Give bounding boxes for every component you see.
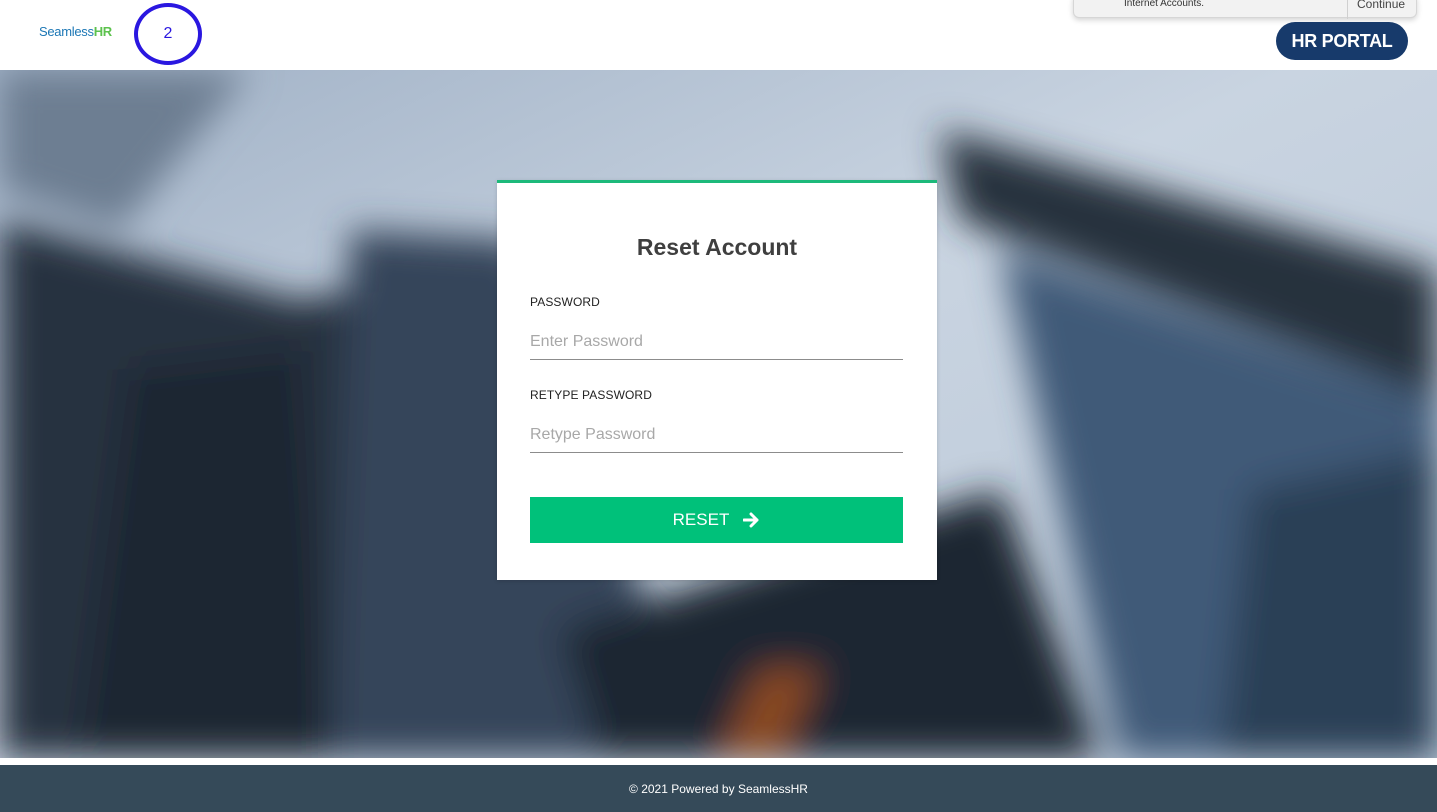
- footer-copyright: © 2021 Powered by SeamlessHR: [629, 782, 808, 796]
- retype-password-field[interactable]: [530, 417, 903, 453]
- system-notification-popup: Internet Accounts. Continue: [1073, 0, 1417, 19]
- page-footer: © 2021 Powered by SeamlessHR: [0, 765, 1437, 812]
- password-label: PASSWORD: [530, 295, 600, 309]
- hero-background: Reset Account PASSWORD RETYPE PASSWORD R…: [0, 70, 1437, 758]
- step-annotation-circle: 2: [134, 3, 202, 65]
- logo-text-seamless: Seamless: [39, 24, 94, 39]
- logo-text-hr: HR: [93, 24, 112, 39]
- seamlesshr-logo[interactable]: SeamlessHR: [39, 24, 112, 39]
- hr-portal-button[interactable]: HR PORTAL: [1276, 22, 1408, 60]
- reset-button[interactable]: RESET: [530, 497, 903, 543]
- reset-account-card: Reset Account PASSWORD RETYPE PASSWORD R…: [497, 180, 937, 580]
- arrow-right-icon: [743, 512, 760, 528]
- top-header: SeamlessHR 2 Internet Accounts. Continue…: [0, 0, 1437, 70]
- reset-button-label: RESET: [672, 510, 730, 529]
- page-title: Reset Account: [636, 234, 798, 260]
- retype-password-label: RETYPE PASSWORD: [530, 388, 652, 402]
- password-field[interactable]: [530, 324, 903, 360]
- popup-divider: [1347, 0, 1348, 19]
- popup-message: Internet Accounts.: [1124, 0, 1205, 9]
- popup-continue-button[interactable]: Continue: [1357, 0, 1405, 11]
